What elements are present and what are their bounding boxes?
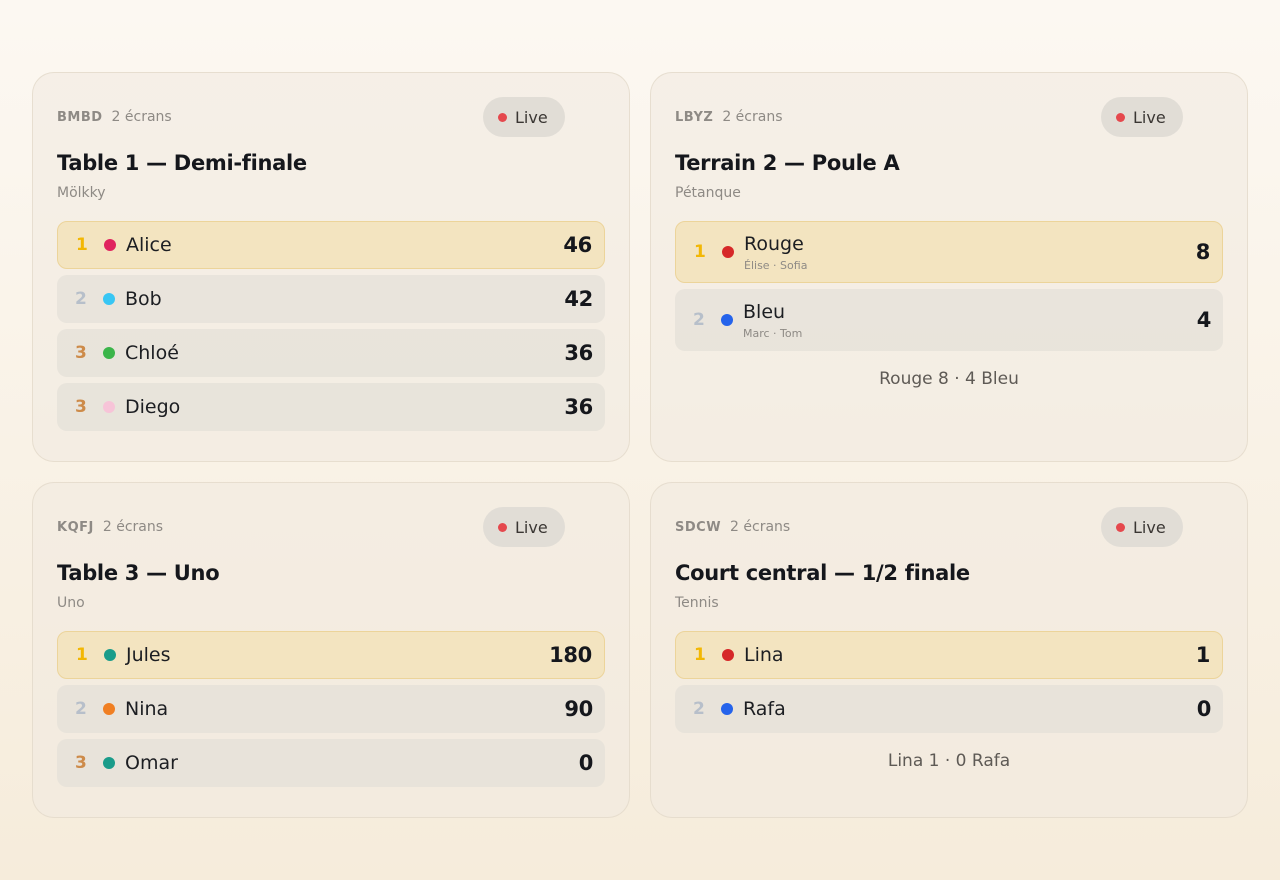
- player-color-dot-icon: [103, 401, 115, 413]
- rank-number: 2: [693, 310, 705, 330]
- live-dot-icon: [1116, 112, 1125, 122]
- live-dot-icon: [498, 112, 507, 122]
- screen-count: 2 écrans: [730, 519, 791, 535]
- room-code: KQFJ: [57, 519, 94, 535]
- live-label: Live: [515, 107, 548, 127]
- player-row[interactable]: 1 Lina 1: [675, 631, 1223, 679]
- screen-count: 2 écrans: [722, 109, 783, 125]
- rank-number: 3: [75, 343, 87, 363]
- team-color-dot-icon: [721, 314, 733, 326]
- rank-number: 1: [694, 645, 706, 665]
- match-title: Table 1 — Demi-finale: [57, 151, 307, 175]
- player-name: Omar: [125, 752, 178, 774]
- team-score: 4: [1196, 308, 1212, 332]
- team-score: 8: [1195, 240, 1211, 264]
- live-badge[interactable]: Live: [483, 97, 565, 137]
- player-color-dot-icon: [722, 649, 734, 661]
- game-name: Mölkky: [57, 185, 106, 201]
- game-name: Pétanque: [675, 185, 741, 201]
- rank-number: 2: [693, 699, 705, 719]
- player-color-dot-icon: [103, 703, 115, 715]
- player-name: Diego: [125, 396, 181, 418]
- player-name: Nina: [125, 698, 169, 720]
- rank-number: 1: [76, 645, 88, 665]
- player-row[interactable]: 3 Chloé 36: [57, 329, 605, 377]
- live-label: Live: [1133, 107, 1166, 127]
- room-code: SDCW: [675, 519, 722, 535]
- player-row[interactable]: 1 Jules 180: [57, 631, 605, 679]
- scoreboard: 1 Lina 1 2 Rafa 0: [675, 631, 1223, 733]
- team-row[interactable]: 2 Bleu Marc · Tom 4: [675, 289, 1223, 351]
- room-code: LBYZ: [675, 109, 714, 125]
- live-label: Live: [515, 517, 548, 537]
- match-card[interactable]: SDCW 2 écrans Live Court central — 1/2 f…: [650, 482, 1248, 818]
- live-dot-icon: [1116, 522, 1125, 532]
- match-grid: BMBD 2 écrans Live Table 1 — Demi-finale…: [32, 72, 1248, 818]
- live-dot-icon: [498, 522, 507, 532]
- player-color-dot-icon: [103, 347, 115, 359]
- team-info: Bleu Marc · Tom: [743, 301, 802, 340]
- match-title: Terrain 2 — Poule A: [675, 151, 900, 175]
- room-code: BMBD: [57, 109, 103, 125]
- match-card[interactable]: KQFJ 2 écrans Live Table 3 — Uno Uno 1 J…: [32, 482, 630, 818]
- player-color-dot-icon: [104, 649, 116, 661]
- rank-number: 1: [694, 242, 706, 262]
- live-label: Live: [1133, 517, 1166, 537]
- team-info: Rouge Élise · Sofia: [744, 233, 807, 272]
- player-score: 90: [564, 697, 593, 721]
- match-title: Table 3 — Uno: [57, 561, 220, 585]
- player-score: 0: [578, 751, 594, 775]
- game-name: Uno: [57, 595, 85, 611]
- player-color-dot-icon: [721, 703, 733, 715]
- rank-number: 3: [75, 397, 87, 417]
- player-score: 36: [564, 341, 593, 365]
- player-row[interactable]: 1 Alice 46: [57, 221, 605, 269]
- team-members: Élise · Sofia: [744, 258, 808, 272]
- player-row[interactable]: 2 Rafa 0: [675, 685, 1223, 733]
- live-badge[interactable]: Live: [483, 507, 565, 547]
- player-color-dot-icon: [103, 293, 115, 305]
- match-title: Court central — 1/2 finale: [675, 561, 970, 585]
- scoreboard: 1 Jules 180 2 Nina 90 3 Omar 0: [57, 631, 605, 787]
- scoreboard: 1 Alice 46 2 Bob 42 3 Chloé 36 3 Diego 3…: [57, 221, 605, 431]
- scoreboard: 1 Rouge Élise · Sofia 8 2 Bleu Marc · To…: [675, 221, 1223, 351]
- team-color-dot-icon: [722, 246, 734, 258]
- player-score: 36: [564, 395, 593, 419]
- game-name: Tennis: [675, 595, 719, 611]
- team-members: Marc · Tom: [743, 326, 803, 340]
- player-name: Alice: [126, 234, 172, 256]
- live-badge[interactable]: Live: [1101, 507, 1183, 547]
- screen-count: 2 écrans: [111, 109, 172, 125]
- player-color-dot-icon: [103, 757, 115, 769]
- player-color-dot-icon: [104, 239, 116, 251]
- player-score: 180: [549, 643, 592, 667]
- player-score: 42: [564, 287, 593, 311]
- match-summary: Rouge 8 · 4 Bleu: [879, 369, 1019, 389]
- player-score: 1: [1195, 643, 1211, 667]
- player-row[interactable]: 2 Bob 42: [57, 275, 605, 323]
- rank-number: 2: [75, 289, 87, 309]
- team-row[interactable]: 1 Rouge Élise · Sofia 8: [675, 221, 1223, 283]
- player-name: Chloé: [125, 342, 179, 364]
- player-name: Lina: [744, 644, 784, 666]
- player-score: 0: [1196, 697, 1212, 721]
- player-name: Jules: [126, 644, 171, 666]
- screen-count: 2 écrans: [102, 519, 164, 535]
- match-card[interactable]: BMBD 2 écrans Live Table 1 — Demi-finale…: [32, 72, 630, 462]
- player-name: Bob: [125, 288, 162, 310]
- player-row[interactable]: 2 Nina 90: [57, 685, 605, 733]
- match-card[interactable]: LBYZ 2 écrans Live Terrain 2 — Poule A P…: [650, 72, 1248, 462]
- rank-number: 1: [76, 235, 88, 255]
- player-score: 46: [563, 233, 592, 257]
- player-name: Rafa: [743, 698, 786, 720]
- player-row[interactable]: 3 Diego 36: [57, 383, 605, 431]
- team-name: Bleu: [743, 300, 786, 323]
- rank-number: 3: [75, 753, 87, 773]
- player-row[interactable]: 3 Omar 0: [57, 739, 605, 787]
- match-summary: Lina 1 · 0 Rafa: [887, 751, 1011, 771]
- live-badge[interactable]: Live: [1101, 97, 1183, 137]
- rank-number: 2: [75, 699, 87, 719]
- team-name: Rouge: [744, 232, 804, 255]
